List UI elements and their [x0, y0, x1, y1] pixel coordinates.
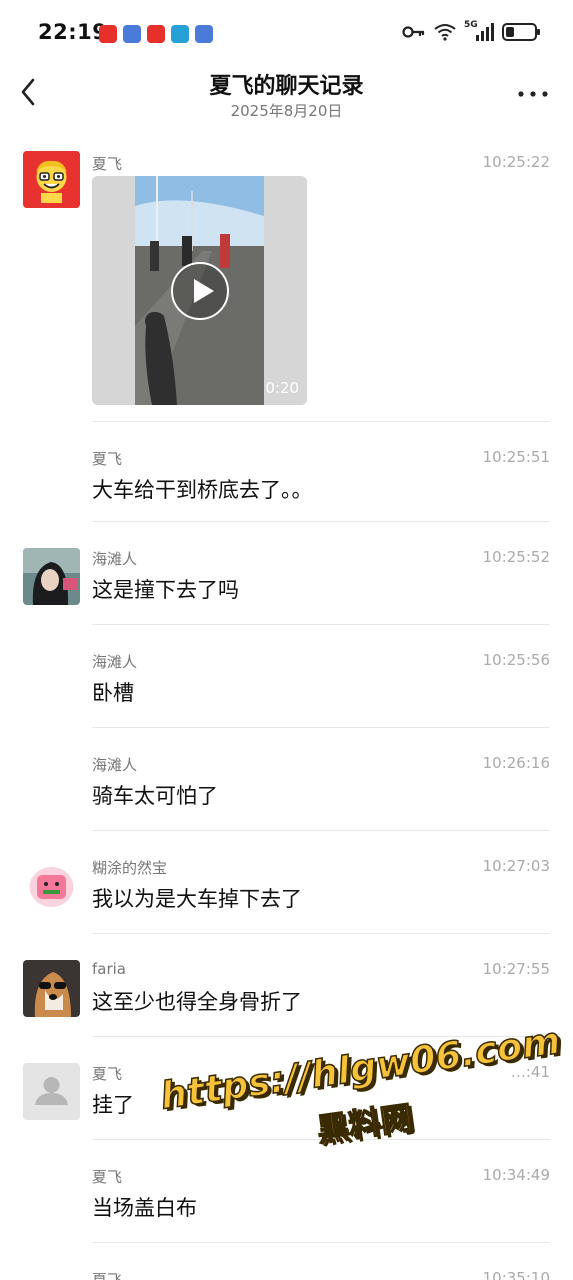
battery-icon — [502, 23, 540, 41]
message-item: 夏飞 10:34:49 当场盖白布 — [0, 1139, 573, 1243]
message-time: 10:34:49 — [482, 1166, 550, 1184]
sender-name: 海滩人 — [92, 653, 138, 671]
message-item: 夏飞 10:35:10 — [0, 1242, 573, 1280]
status-time: 22:19 — [38, 20, 108, 44]
key-icon — [402, 26, 425, 38]
sender-name: 夏飞 — [92, 450, 123, 468]
message-item: 夏飞 …:41 挂了 — [0, 1036, 573, 1140]
message-item: faria 10:27:55 这至少也得全身骨折了 — [0, 933, 573, 1037]
sender-name: 糊涂的然宝 — [92, 859, 168, 877]
sender-name: 夏飞 — [92, 155, 123, 173]
message-item: 夏飞 10:25:51 大车给干到桥底去了。。 — [0, 421, 573, 522]
message-list: 夏飞 10:25:22 0:20 夏飞 10:25:51 大车给干到桥底去了。。… — [0, 132, 573, 1280]
message-text: 这是撞下去了吗 — [92, 578, 239, 602]
avatar[interactable] — [23, 548, 80, 605]
sender-name: 海滩人 — [92, 550, 138, 568]
video-app-icon — [147, 25, 165, 43]
message-time: 10:25:51 — [482, 448, 550, 466]
message-item: 夏飞 10:25:22 0:20 — [0, 132, 573, 422]
message-item: 海滩人 10:26:16 骑车太可怕了 — [0, 727, 573, 831]
message-time: 10:35:10 — [482, 1269, 550, 1280]
message-time: 10:27:03 — [482, 857, 550, 875]
app-notification-icon — [99, 25, 117, 43]
avatar[interactable] — [23, 1063, 80, 1120]
message-time: 10:25:52 — [482, 548, 550, 566]
message-text: 我以为是大车掉下去了 — [92, 887, 302, 911]
message-text: 挂了 — [92, 1093, 134, 1117]
avatar[interactable] — [23, 151, 80, 208]
more-options-icon[interactable] — [515, 82, 551, 106]
app-notification-icon — [195, 25, 213, 43]
sender-name: 海滩人 — [92, 756, 138, 774]
app-notification-icon — [123, 25, 141, 43]
book-app-icon — [171, 25, 189, 43]
message-text: 卧槽 — [92, 681, 134, 705]
avatar[interactable] — [23, 857, 80, 914]
wifi-icon — [434, 24, 456, 41]
sender-name: 夏飞 — [92, 1271, 123, 1280]
avatar[interactable] — [23, 960, 80, 1017]
message-time: 10:25:22 — [482, 153, 550, 171]
play-icon[interactable] — [171, 262, 229, 320]
message-time: 10:25:56 — [482, 651, 550, 669]
message-time: 10:26:16 — [482, 754, 550, 772]
chat-header: 夏飞的聊天记录 2025年8月20日 — [0, 62, 573, 132]
message-text: 当场盖白布 — [92, 1196, 197, 1220]
message-item: 海滩人 10:25:56 卧槽 — [0, 624, 573, 728]
message-text: 大车给干到桥底去了。。 — [92, 478, 313, 502]
message-item: 糊涂的然宝 10:27:03 我以为是大车掉下去了 — [0, 830, 573, 934]
message-text: 骑车太可怕了 — [92, 784, 218, 808]
message-text: 这至少也得全身骨折了 — [92, 990, 302, 1014]
sender-name: 夏飞 — [92, 1168, 123, 1186]
video-message[interactable]: 0:20 — [92, 176, 307, 405]
default-avatar-icon — [23, 1063, 80, 1120]
sender-name: 夏飞 — [92, 1065, 123, 1083]
message-time: 10:27:55 — [482, 960, 550, 978]
battery-level — [506, 27, 514, 37]
status-bar: 22:19 5G — [0, 0, 573, 62]
message-time: …:41 — [510, 1063, 550, 1081]
message-item: 海滩人 10:25:52 这是撞下去了吗 — [0, 521, 573, 625]
chat-date: 2025年8月20日 — [230, 102, 343, 120]
page-title: 夏飞的聊天记录 — [209, 74, 364, 99]
sender-name: faria — [92, 960, 126, 978]
video-duration: 0:20 — [265, 379, 299, 397]
notification-icons — [99, 25, 213, 43]
signal-icon: 5G — [464, 20, 494, 42]
